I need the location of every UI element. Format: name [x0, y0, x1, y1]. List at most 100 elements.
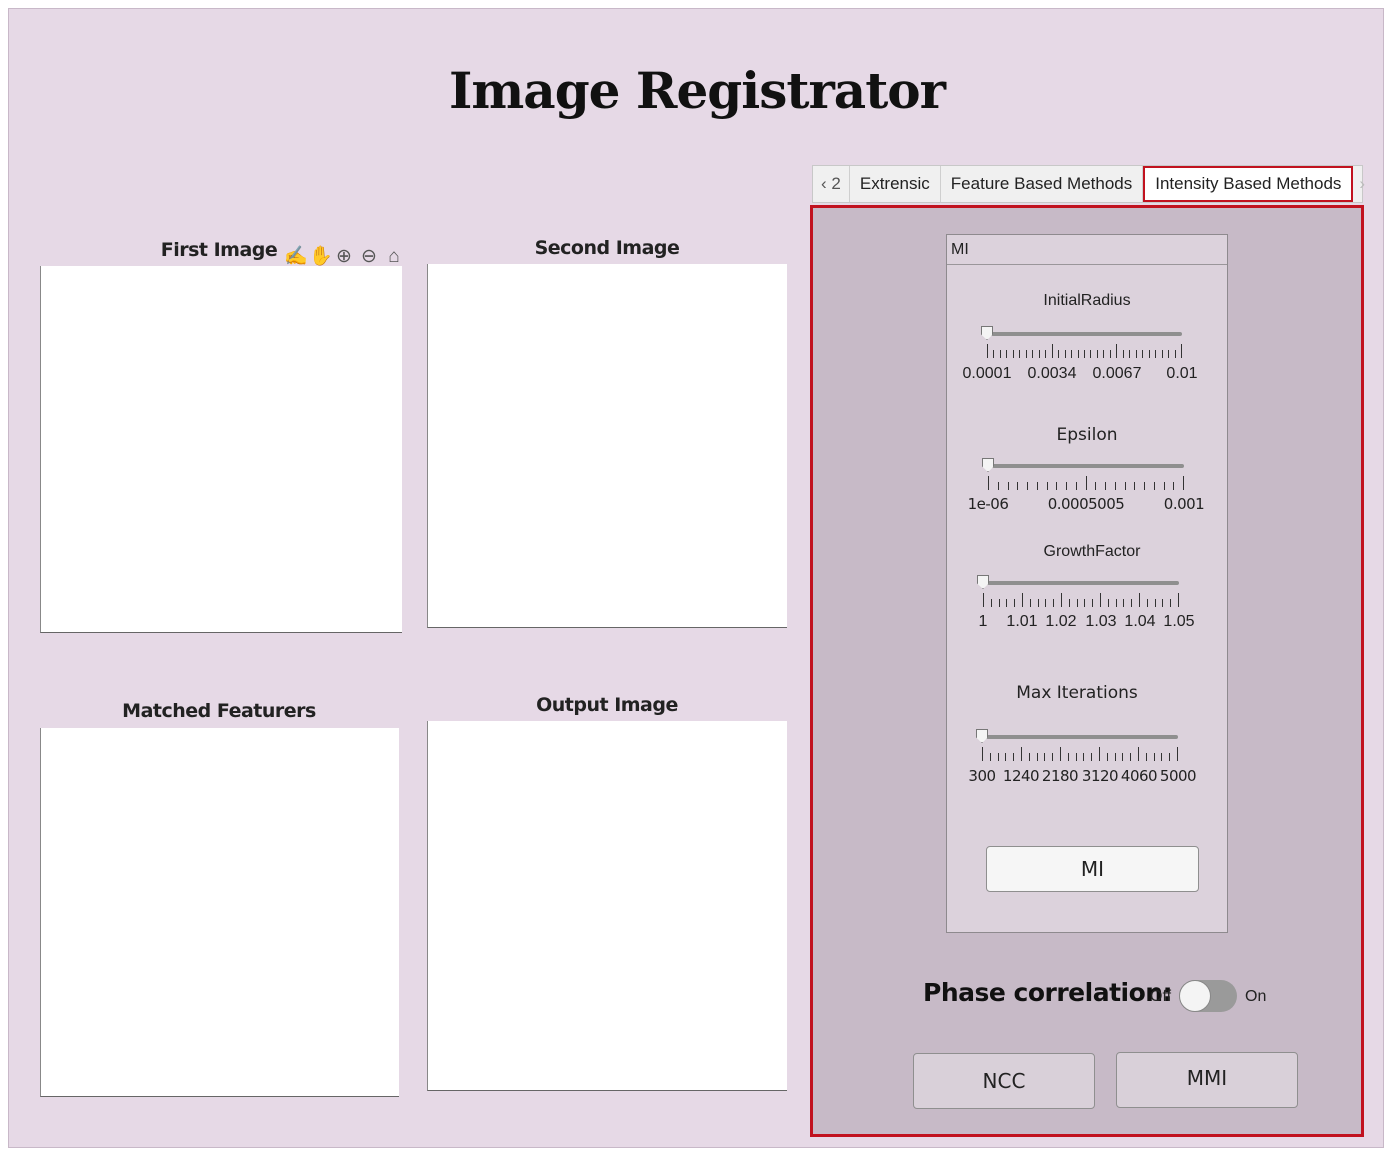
- max-iterations-tick-label: 4060: [1120, 767, 1158, 785]
- minor-tick: [1169, 753, 1171, 761]
- minor-tick: [1124, 482, 1126, 490]
- growth-factor-tick-label: 1.04: [1124, 613, 1156, 630]
- minor-tick: [1044, 753, 1046, 761]
- epsilon-tick-label: 0.0005005: [1047, 495, 1125, 513]
- tab-extrensic[interactable]: Extrensic: [850, 166, 941, 202]
- minor-tick: [1066, 482, 1067, 490]
- max-iterations-slider[interactable]: Max Iterations 300 1240 2180 3120 4060 5…: [947, 681, 1227, 791]
- initial-radius-slider[interactable]: InitialRadius 0.0001 0.0034 0.0067 0.01: [947, 290, 1227, 390]
- max-iterations-ticks: [982, 747, 1178, 761]
- minor-tick: [1017, 482, 1019, 490]
- growth-factor-thumb[interactable]: [977, 575, 989, 589]
- app-window: Image Registrator First Image ✍ ✋ ⊕ ⊖ ⌂ …: [8, 8, 1384, 1148]
- minor-tick: [1131, 599, 1133, 607]
- minor-tick: [1012, 350, 1014, 358]
- phase-correlation-on-label: On: [1245, 988, 1267, 1005]
- minor-tick: [1154, 599, 1156, 607]
- minor-tick: [1075, 753, 1077, 761]
- minor-tick: [1155, 350, 1157, 358]
- mmi-button[interactable]: MMI: [1116, 1052, 1298, 1108]
- major-tick: [1099, 747, 1100, 761]
- chevron-left-icon: ‹: [821, 174, 827, 193]
- second-image-axes[interactable]: [427, 264, 787, 628]
- major-tick: [988, 476, 989, 490]
- growth-factor-slider[interactable]: GrowthFactor 1 1.01 1.02 1.03 1.04 1.05: [947, 541, 1227, 641]
- minor-tick: [1114, 482, 1116, 490]
- tab-bar: ‹ 2 Extrensic Feature Based Methods Inte…: [812, 165, 1365, 203]
- major-tick: [1021, 747, 1022, 761]
- max-iterations-thumb[interactable]: [976, 729, 988, 743]
- epsilon-tick-label: 1e-06: [967, 495, 1009, 513]
- minor-tick: [1105, 482, 1106, 490]
- minor-tick: [1019, 350, 1021, 358]
- minor-tick: [1037, 599, 1039, 607]
- minor-tick: [1109, 350, 1111, 358]
- minor-tick: [1090, 350, 1092, 358]
- max-iterations-tick-label: 3120: [1081, 767, 1119, 785]
- minor-tick: [1146, 599, 1148, 607]
- tab-page-number: 2: [831, 174, 841, 193]
- minor-tick: [1045, 599, 1047, 607]
- minor-tick: [1106, 753, 1108, 761]
- phase-correlation-toggle[interactable]: [1179, 980, 1237, 1012]
- growth-factor-tick-label: 1.02: [1045, 613, 1077, 630]
- growth-factor-track[interactable]: [983, 581, 1179, 585]
- minor-tick: [1092, 599, 1094, 607]
- growth-factor-tick-label: 1.05: [1163, 613, 1195, 630]
- first-image-axes[interactable]: [40, 266, 402, 633]
- matched-features-axes[interactable]: [40, 728, 399, 1097]
- epsilon-label: Epsilon: [1056, 425, 1118, 445]
- minor-tick: [1067, 753, 1069, 761]
- minor-tick: [1168, 350, 1170, 358]
- tab-feature-based-methods[interactable]: Feature Based Methods: [941, 166, 1144, 202]
- tab-intensity-based-methods[interactable]: Intensity Based Methods: [1143, 166, 1354, 202]
- major-tick: [1061, 593, 1062, 607]
- toggle-knob[interactable]: [1179, 980, 1211, 1012]
- mi-button[interactable]: MI: [986, 846, 1199, 892]
- minor-tick: [999, 350, 1001, 358]
- minor-tick: [1006, 350, 1008, 358]
- minor-tick: [1123, 599, 1125, 607]
- chevron-right-icon[interactable]: ›: [1353, 166, 1371, 202]
- minor-tick: [1036, 753, 1038, 761]
- epsilon-tick-label: 0.001: [1163, 495, 1205, 513]
- minor-tick: [1114, 753, 1116, 761]
- minor-tick: [1148, 350, 1150, 358]
- epsilon-track[interactable]: [988, 464, 1184, 468]
- major-tick: [1177, 747, 1178, 761]
- major-tick: [1181, 344, 1182, 358]
- epsilon-thumb[interactable]: [982, 458, 994, 472]
- mi-panel-title: MI: [947, 235, 1227, 265]
- minor-tick: [1144, 482, 1145, 490]
- minor-tick: [1153, 753, 1155, 761]
- ncc-button[interactable]: NCC: [913, 1053, 1095, 1109]
- minor-tick: [1025, 350, 1027, 358]
- minor-tick: [1046, 482, 1048, 490]
- minor-tick: [997, 753, 999, 761]
- minor-tick: [1006, 599, 1008, 607]
- minor-tick: [1107, 599, 1109, 607]
- growth-factor-tick-label: 1: [978, 613, 988, 630]
- minor-tick: [1053, 599, 1055, 607]
- minor-tick: [1103, 350, 1105, 358]
- max-iterations-track[interactable]: [982, 735, 1178, 739]
- initial-radius-ticks: [987, 344, 1182, 358]
- major-tick: [1116, 344, 1118, 358]
- major-tick: [987, 344, 988, 358]
- minor-tick: [1130, 753, 1132, 761]
- tab-prev-button[interactable]: ‹ 2: [813, 166, 850, 202]
- first-image-label: First Image: [160, 239, 278, 261]
- minor-tick: [1096, 350, 1098, 358]
- minor-tick: [997, 482, 999, 490]
- minor-tick: [1077, 350, 1079, 358]
- output-image-axes[interactable]: [427, 721, 787, 1091]
- initial-radius-thumb[interactable]: [981, 326, 993, 340]
- minor-tick: [990, 599, 992, 607]
- initial-radius-tick-label: 0.01: [1166, 365, 1198, 382]
- initial-radius-track[interactable]: [987, 332, 1182, 336]
- minor-tick: [1045, 350, 1047, 358]
- epsilon-slider[interactable]: Epsilon 1e-06 0.0005005 0.001: [947, 423, 1227, 523]
- phase-correlation-label: Phase correlation:: [923, 978, 1173, 1007]
- minor-tick: [1170, 599, 1172, 607]
- major-tick: [1100, 593, 1101, 607]
